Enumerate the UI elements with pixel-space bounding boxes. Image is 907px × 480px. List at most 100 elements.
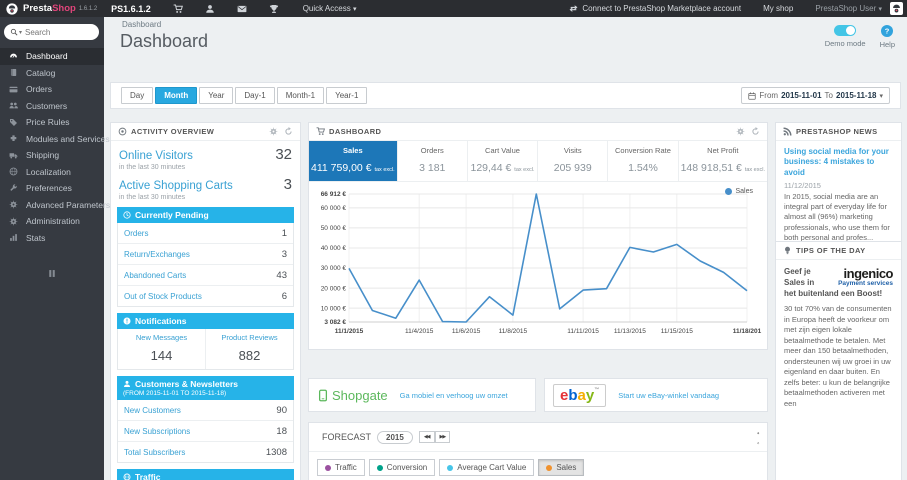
kpi-visits[interactable]: Visits 205 939 [538,141,609,181]
tips-of-the-day-panel: TIPS OF THE DAY ingenico Payment service… [775,241,902,480]
quick-access-menu[interactable]: Quick Access ▾ [303,4,357,13]
search-input[interactable] [25,27,81,37]
shopgate-link[interactable]: Ga mobiel en verhoog uw omzet [400,391,508,400]
sidebar-item-price-rules[interactable]: Price Rules [0,114,104,131]
legend-traffic-button[interactable]: Traffic [317,459,365,476]
pending-link[interactable]: Abandoned Carts [124,271,186,280]
tab-year[interactable]: Year [199,87,234,104]
news-item-date: 11/12/2015 [784,181,821,191]
sidebar-item-orders[interactable]: Orders [0,81,104,98]
kpi-conversion-rate[interactable]: Conversion Rate 1.54% [608,141,679,181]
marketplace-icon [569,4,578,13]
cart-icon[interactable] [173,3,183,14]
ebay-link[interactable]: Start uw eBay-winkel vandaag [618,391,719,400]
sidebar-item-administration[interactable]: Administration [0,213,104,230]
date-range-picker[interactable]: From 2015-11-01 To 2015-11-18 ▾ [741,87,890,104]
pending-link[interactable]: Out of Stock Products [124,292,202,301]
conversion-dot [376,464,383,471]
sidebar-collapse-button[interactable] [46,268,58,279]
news-item-title[interactable]: Using social media for your business: 4 … [784,147,893,178]
legend-conversion-button[interactable]: Conversion [368,459,436,476]
ebay-logo[interactable]: ebay™ [553,383,607,407]
online-visitors-link[interactable]: Online Visitors [119,150,193,162]
traffic-header: Traffic (FROM 2015-11-01 TO 2015-11-18) [117,469,294,480]
period-toolbar: Day Month Year Day-1 Month-1 Year-1 From… [110,82,901,109]
shopgate-logo[interactable]: Shopgate [317,388,388,403]
forecast-prev-button[interactable]: ◀◀ [418,431,435,443]
total-subscribers-link[interactable]: Total Subscribers [124,448,185,457]
pending-link[interactable]: Return/Exchanges [124,250,190,259]
globe-icon [9,167,18,176]
sidebar-search[interactable]: ▾ [4,24,99,40]
new-subscriptions-link[interactable]: New Subscriptions [124,427,190,436]
sidebar-item-stats[interactable]: Stats [0,230,104,247]
currently-pending-rows: Orders 1 Return/Exchanges 3 Abandoned Cart… [117,223,294,307]
user-icon[interactable] [205,4,215,14]
chevron-down-icon: ▾ [879,92,883,100]
trophy-icon[interactable] [269,4,279,14]
sidebar-item-advanced-parameters[interactable]: Advanced Parameters [0,197,110,214]
search-scope-caret-icon[interactable]: ▾ [19,29,22,36]
new-messages-link[interactable]: New Messages [120,333,203,342]
tags-icon [9,118,18,127]
ebay-banner: ebay™ Start uw eBay-winkel vandaag [544,378,768,412]
sidebar-item-customers[interactable]: Customers [0,98,104,115]
currently-pending-header: Currently Pending [117,207,294,223]
configure-gear-icon[interactable] [269,127,278,136]
sidebar-item-localization[interactable]: Localization [0,164,104,181]
avatar[interactable] [890,2,903,15]
tab-year-1[interactable]: Year-1 [326,87,368,104]
help-icon[interactable]: ? [881,25,894,37]
tab-day-1[interactable]: Day-1 [235,87,275,104]
help-label: Help [879,40,895,49]
pending-row: Return/Exchanges 3 [118,244,293,265]
sidebar-item-catalog[interactable]: Catalog [0,65,104,82]
svg-text:?: ? [885,27,890,36]
sidebar-item-dashboard[interactable]: Dashboard [0,48,104,65]
search-icon[interactable] [10,28,18,36]
marketplace-link[interactable]: Connect to PrestaShop Marketplace accoun… [569,4,741,13]
configure-gear-icon[interactable] [757,427,760,437]
sidebar-item-preferences[interactable]: Preferences [0,180,104,197]
refresh-icon[interactable] [284,127,293,136]
my-shop-link[interactable]: My shop [763,4,793,13]
forecast-legend: Traffic Conversion Average Cart Value Sa… [309,452,767,480]
svg-text:3 082 €: 3 082 € [324,319,346,326]
pending-link[interactable]: Orders [124,229,148,238]
legend-sales-button[interactable]: Sales [538,459,585,476]
tab-month-1[interactable]: Month-1 [276,87,325,104]
customers-rows: New Customers 90 New Subscriptions 18 Tota… [117,400,294,463]
brand[interactable]: PrestaShop [23,3,76,14]
gauge-icon [9,52,18,61]
kpi-orders[interactable]: Orders 3 181 [398,141,468,181]
kpi-sales[interactable]: Sales 411 759,00 € tax excl. [309,141,398,181]
envelope-icon[interactable] [237,4,247,14]
version-label: 1.6.1.2 [78,5,98,12]
sidebar-item-modules[interactable]: Modules and Services [0,131,110,148]
notifications-header: Notifications [117,313,294,329]
forecast-next-button[interactable]: ▶▶ [434,431,451,443]
demo-mode-toggle[interactable] [834,25,857,36]
tab-day[interactable]: Day [121,87,154,104]
user-menu[interactable]: PrestaShop User ▾ [815,4,882,13]
active-carts-sub: in the last 30 minutes [119,194,186,201]
shop-name-link[interactable]: PS1.6.1.2 [111,4,151,14]
book-icon [9,68,18,77]
sales-chart-area: 3 082 € 10 000 € 20 000 € 30 000 € 40 000 € 5… [309,182,767,340]
refresh-icon[interactable] [757,437,760,447]
main-content: Dashboard Dashboard Demo mode ? Help Day… [104,17,907,480]
kpi-cart-value[interactable]: Cart Value 129,44 € tax excl. [468,141,539,181]
active-carts-link[interactable]: Active Shopping Carts [119,180,233,192]
sidebar-item-shipping[interactable]: Shipping [0,147,104,164]
kpi-net-profit[interactable]: Net Profit 148 918,51 € tax excl. [679,141,767,181]
calendar-icon [748,92,757,100]
tab-month[interactable]: Month [155,87,198,104]
svg-text:20 000 €: 20 000 € [321,285,347,292]
refresh-icon[interactable] [751,127,760,136]
new-customers-link[interactable]: New Customers [124,406,181,415]
stats-icon [9,233,18,242]
product-reviews-link[interactable]: Product Reviews [208,333,291,342]
configure-gear-icon[interactable] [736,127,745,136]
legend-average-cart-value-button[interactable]: Average Cart Value [439,459,535,476]
breadcrumb[interactable]: Dashboard [122,20,161,29]
